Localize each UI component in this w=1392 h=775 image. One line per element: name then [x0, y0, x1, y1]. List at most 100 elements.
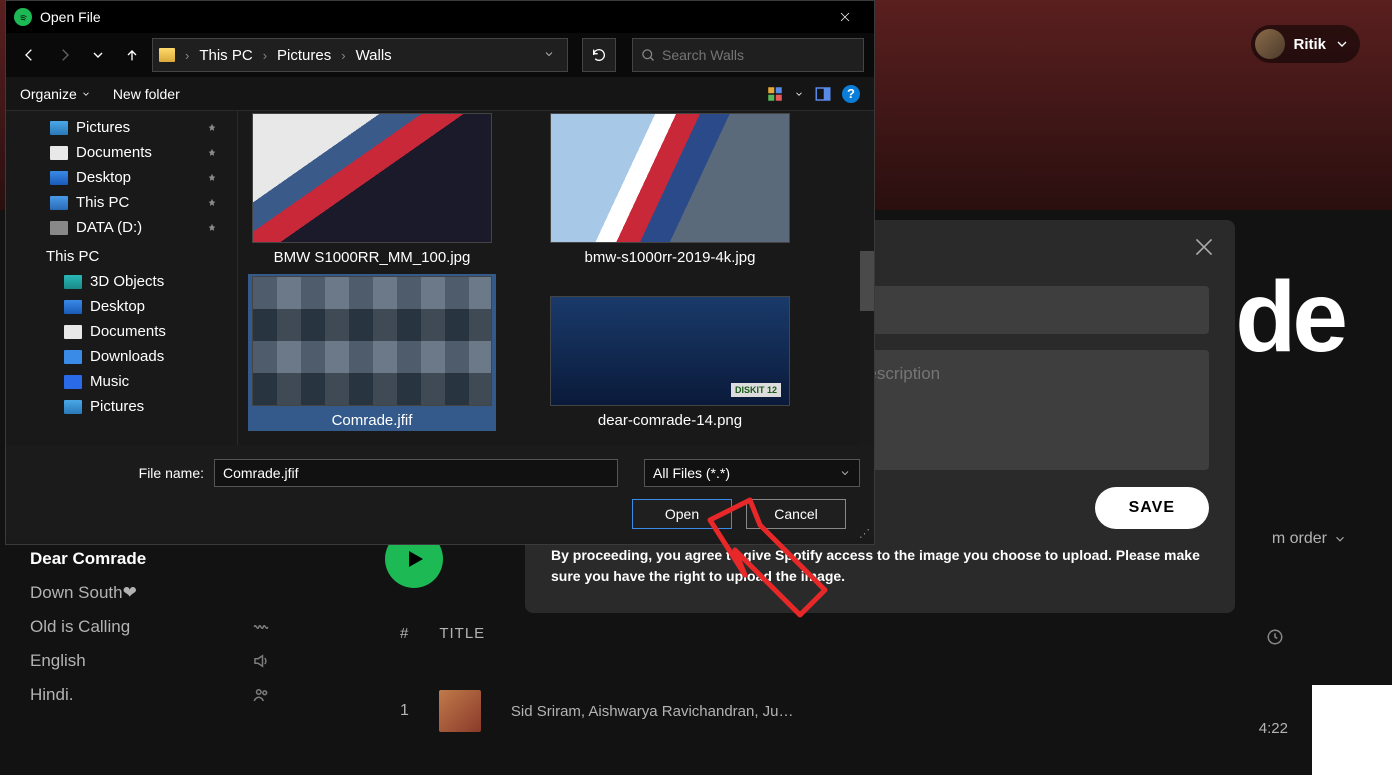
refresh-button[interactable] — [582, 38, 616, 72]
file-thumbnail — [252, 113, 492, 243]
modal-close-button[interactable] — [1191, 234, 1217, 265]
file-item[interactable]: BMW S1000RR_MM_100.jpg — [248, 111, 496, 268]
wave-icon — [252, 618, 270, 636]
close-icon — [839, 11, 851, 23]
cancel-button[interactable]: Cancel — [746, 499, 846, 529]
playlists-sidebar: Favorites.Dear ComradeDown South❤Old is … — [0, 515, 300, 775]
track-number: 1 — [400, 702, 409, 720]
sidebar-item[interactable]: Hindi. — [30, 685, 270, 705]
people-icon — [252, 686, 270, 704]
file-grid[interactable]: BMW S1000RR_MM_100.jpg bmw-s1000rr-2019-4… — [238, 111, 874, 445]
breadcrumb-item[interactable]: Walls — [352, 45, 396, 66]
view-mode-icon[interactable] — [766, 85, 784, 103]
file-label: Comrade.jfif — [332, 412, 413, 429]
sidebar-item[interactable]: Down South❤ — [30, 583, 270, 603]
nav-back-button[interactable] — [16, 41, 44, 69]
tree-item[interactable]: DATA (D:) — [6, 215, 237, 240]
tree-item[interactable]: 3D Objects — [6, 269, 237, 294]
pin-icon — [207, 123, 217, 133]
tree-item[interactable]: Documents — [6, 319, 237, 344]
file-thumbnail — [550, 113, 790, 243]
folder-icon — [64, 325, 82, 339]
search-input[interactable] — [662, 47, 855, 63]
scrollbar[interactable] — [860, 111, 874, 445]
chevron-right-icon: › — [339, 48, 347, 63]
folder-icon — [64, 300, 82, 314]
tree-item[interactable]: This PC — [6, 190, 237, 215]
sidebar-item[interactable]: Dear Comrade — [30, 549, 270, 569]
chevron-down-icon — [839, 467, 851, 479]
folder-icon — [50, 146, 68, 160]
chevron-right-icon: › — [261, 48, 269, 63]
help-icon[interactable]: ? — [842, 85, 860, 103]
profile-name: Ritik — [1293, 36, 1326, 53]
track-cover — [439, 690, 481, 732]
new-folder-button[interactable]: New folder — [113, 86, 180, 102]
file-item[interactable]: Comrade.jfif — [248, 274, 496, 431]
search-icon — [641, 48, 656, 63]
arrow-right-icon — [56, 47, 72, 63]
folder-icon — [64, 350, 82, 364]
tree-item[interactable]: Downloads — [6, 344, 237, 369]
search-box[interactable] — [632, 38, 864, 72]
folder-icon — [64, 275, 82, 289]
breadcrumb-item[interactable]: Pictures — [273, 45, 335, 66]
duration-icon — [1266, 628, 1284, 646]
folder-tree[interactable]: PicturesDocumentsDesktopThis PCDATA (D:)… — [6, 111, 238, 445]
breadcrumb-item[interactable]: This PC — [195, 45, 256, 66]
track-row[interactable]: 1 Sid Sriram, Aishwarya Ravichandran, Ju… — [400, 690, 794, 732]
folder-icon — [64, 375, 82, 389]
filetype-select[interactable]: All Files (*.*) — [644, 459, 860, 487]
folder-icon — [50, 171, 68, 185]
dialog-nav-bar: › This PC › Pictures › Walls — [6, 33, 874, 77]
dialog-toolbar: Organize New folder ? — [6, 77, 874, 111]
open-button[interactable]: Open — [632, 499, 732, 529]
nav-forward-button[interactable] — [50, 41, 78, 69]
file-label: dear-comrade-14.png — [598, 412, 742, 429]
profile-menu[interactable]: Ritik — [1251, 25, 1360, 63]
folder-icon — [50, 196, 68, 210]
close-icon — [1191, 234, 1217, 260]
chevron-down-icon[interactable] — [794, 89, 804, 99]
sidebar-item[interactable]: English — [30, 651, 270, 671]
scrollbar-thumb[interactable] — [860, 251, 874, 311]
dialog-titlebar[interactable]: Open File — [6, 1, 874, 33]
dialog-close-button[interactable] — [824, 1, 866, 33]
arrow-left-icon — [22, 47, 38, 63]
tracklist-header: # TITLE — [400, 625, 485, 642]
folder-icon — [50, 121, 68, 135]
dialog-title: Open File — [40, 9, 824, 25]
organize-menu[interactable]: Organize — [20, 86, 91, 102]
file-item[interactable]: bmw-s1000rr-2019-4k.jpg — [546, 111, 794, 268]
track-artists: Sid Sriram, Aishwarya Ravichandran, Ju… — [511, 703, 794, 720]
resize-grip[interactable]: ⋰ — [859, 527, 868, 540]
sidebar-item[interactable]: Old is Calling — [30, 617, 270, 637]
preview-pane-icon[interactable] — [814, 85, 832, 103]
col-number: # — [400, 625, 409, 642]
chevron-down-icon — [1333, 532, 1347, 546]
pin-icon — [207, 148, 217, 158]
folder-icon — [64, 400, 82, 414]
tree-item[interactable]: Music — [6, 369, 237, 394]
tree-item[interactable]: Desktop — [6, 294, 237, 319]
file-item[interactable]: dear-comrade-14.png — [546, 274, 794, 431]
tree-section-header[interactable]: This PC — [6, 240, 237, 269]
spotify-icon — [14, 8, 32, 26]
tree-item[interactable]: Documents — [6, 140, 237, 165]
nav-up-button[interactable] — [118, 41, 146, 69]
breadcrumb-dropdown[interactable] — [543, 48, 561, 63]
sort-dropdown[interactable]: m order — [1272, 530, 1347, 548]
pin-icon — [207, 223, 217, 233]
tree-item[interactable]: Pictures — [6, 115, 237, 140]
tree-item[interactable]: Pictures — [6, 394, 237, 419]
folder-icon — [50, 221, 68, 235]
filename-input[interactable] — [214, 459, 618, 487]
tree-item[interactable]: Desktop — [6, 165, 237, 190]
save-button[interactable]: SAVE — [1095, 487, 1209, 529]
file-label: bmw-s1000rr-2019-4k.jpg — [585, 249, 756, 266]
filename-label: File name: — [20, 465, 204, 481]
dialog-footer: File name: All Files (*.*) Open Cancel — [6, 445, 874, 539]
nav-recent-button[interactable] — [84, 41, 112, 69]
breadcrumb[interactable]: › This PC › Pictures › Walls — [152, 38, 568, 72]
refresh-icon — [591, 47, 607, 63]
